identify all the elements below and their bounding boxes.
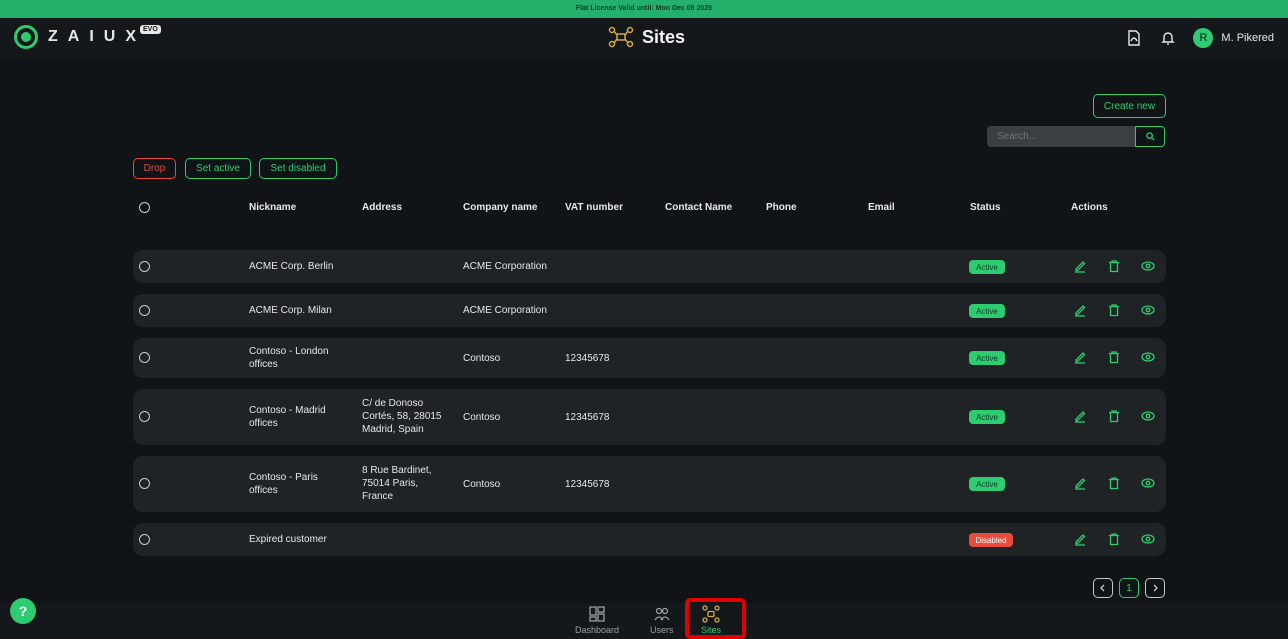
search-button[interactable] bbox=[1135, 126, 1165, 147]
search-input[interactable] bbox=[987, 126, 1135, 147]
status-badge: Active bbox=[969, 304, 1005, 318]
cell-company: Contoso bbox=[463, 479, 501, 490]
row-select-radio[interactable] bbox=[139, 478, 150, 489]
view-icon[interactable] bbox=[1141, 350, 1155, 364]
highlight-annotation bbox=[685, 598, 746, 639]
edit-icon[interactable] bbox=[1073, 476, 1087, 490]
column-header-vat-number[interactable]: VAT number bbox=[565, 202, 623, 213]
column-header-address[interactable]: Address bbox=[362, 202, 402, 213]
status-badge: Active bbox=[969, 351, 1005, 365]
delete-icon[interactable] bbox=[1107, 303, 1121, 317]
cell-company: Contoso bbox=[463, 353, 501, 364]
column-header-contact-name[interactable]: Contact Name bbox=[665, 202, 732, 213]
nav-item-dashboard[interactable]: Dashboard bbox=[575, 605, 619, 635]
next-page-button[interactable] bbox=[1145, 578, 1165, 598]
page-number-button[interactable]: 1 bbox=[1119, 578, 1139, 598]
cell-company: Contoso bbox=[463, 412, 501, 423]
column-header-status[interactable]: Status bbox=[970, 202, 1001, 213]
create-new-button[interactable]: Create new bbox=[1093, 94, 1166, 118]
top-bar: ZAIUX EVO Sites R M. Pikered bbox=[0, 18, 1288, 60]
column-header-actions: Actions bbox=[1071, 202, 1108, 213]
column-header-nickname[interactable]: Nickname bbox=[249, 202, 296, 213]
row-select-radio[interactable] bbox=[139, 411, 150, 422]
search-icon bbox=[1145, 132, 1155, 141]
edit-icon[interactable] bbox=[1073, 532, 1087, 546]
cell-vat: 12345678 bbox=[565, 353, 610, 364]
sites-icon bbox=[608, 26, 634, 48]
set-disabled-button[interactable]: Set disabled bbox=[259, 158, 337, 179]
top-right-controls: R M. Pikered bbox=[1125, 28, 1274, 48]
column-header-company-name[interactable]: Company name bbox=[463, 202, 537, 213]
row-select-radio[interactable] bbox=[139, 305, 150, 316]
bottom-navigation: Dashboard Users Sites bbox=[0, 603, 1288, 639]
status-badge: Active bbox=[969, 477, 1005, 491]
logo-badge: EVO bbox=[140, 24, 161, 34]
logo-text: ZAIUX bbox=[48, 28, 146, 45]
prev-page-button[interactable] bbox=[1093, 578, 1113, 598]
cell-nickname: Expired customer bbox=[249, 534, 327, 545]
edit-icon[interactable] bbox=[1073, 303, 1087, 317]
column-header-phone[interactable]: Phone bbox=[766, 202, 797, 213]
edit-icon[interactable] bbox=[1073, 259, 1087, 273]
delete-icon[interactable] bbox=[1107, 350, 1121, 364]
app-logo[interactable]: ZAIUX EVO bbox=[14, 24, 167, 49]
chevron-right-icon bbox=[1153, 584, 1158, 592]
nav-item-users[interactable]: Users bbox=[650, 605, 674, 635]
view-icon[interactable] bbox=[1141, 532, 1155, 546]
delete-icon[interactable] bbox=[1107, 409, 1121, 423]
chevron-left-icon bbox=[1100, 584, 1105, 592]
help-button[interactable]: ? bbox=[10, 598, 36, 624]
cell-nickname: Contoso - Paris offices bbox=[249, 472, 318, 496]
bell-icon[interactable] bbox=[1159, 29, 1177, 47]
edit-icon[interactable] bbox=[1073, 350, 1087, 364]
table-row[interactable]: Contoso - London offices Contoso 12345678… bbox=[133, 338, 1166, 378]
users-icon bbox=[654, 607, 670, 621]
select-all-radio[interactable] bbox=[139, 202, 150, 213]
status-badge: Active bbox=[969, 410, 1005, 424]
cell-vat: 12345678 bbox=[565, 479, 610, 490]
row-select-radio[interactable] bbox=[139, 352, 150, 363]
view-icon[interactable] bbox=[1141, 409, 1155, 423]
cell-vat: 12345678 bbox=[565, 412, 610, 423]
set-active-button[interactable]: Set active bbox=[185, 158, 251, 179]
dashboard-icon bbox=[589, 606, 605, 622]
cell-nickname: Contoso - Madrid offices bbox=[249, 405, 326, 429]
logo-mark-icon bbox=[14, 25, 38, 49]
view-icon[interactable] bbox=[1141, 259, 1155, 273]
column-header-email[interactable]: Email bbox=[868, 202, 895, 213]
table-row[interactable]: ACME Corp. Berlin ACME Corporation Activ… bbox=[133, 250, 1166, 283]
row-select-radio[interactable] bbox=[139, 534, 150, 545]
nav-label-dashboard: Dashboard bbox=[575, 625, 620, 635]
page-title: Sites bbox=[642, 26, 686, 47]
cell-company: ACME Corporation bbox=[463, 261, 547, 272]
cell-nickname: ACME Corp. Milan bbox=[249, 305, 332, 316]
edit-icon[interactable] bbox=[1073, 409, 1087, 423]
cell-address: C/ de Donoso Cortés, 58, 28015 Madrid, Spa… bbox=[362, 398, 442, 435]
cell-nickname: Contoso - London offices bbox=[249, 346, 329, 370]
table-row[interactable]: Contoso - Paris offices 8 Rue Bardinet, 75… bbox=[133, 456, 1166, 512]
nav-label-users: Users bbox=[650, 625, 674, 635]
page-header: Sites bbox=[608, 26, 685, 48]
delete-icon[interactable] bbox=[1107, 476, 1121, 490]
user-avatar[interactable]: R bbox=[1193, 28, 1214, 48]
delete-icon[interactable] bbox=[1107, 259, 1121, 273]
status-badge: Active bbox=[969, 260, 1005, 274]
pdf-document-icon[interactable] bbox=[1125, 29, 1143, 47]
drop-button[interactable]: Drop bbox=[133, 158, 176, 179]
view-icon[interactable] bbox=[1141, 303, 1155, 317]
license-banner: Flat License Valid until: Mon Dec 08 202… bbox=[0, 0, 1288, 18]
table-row[interactable]: Expired customer Disabled bbox=[133, 523, 1166, 556]
cell-nickname: ACME Corp. Berlin bbox=[249, 261, 334, 272]
cell-address: 8 Rue Bardinet, 75014 Paris, France bbox=[362, 465, 432, 502]
table-row[interactable]: ACME Corp. Milan ACME Corporation Active bbox=[133, 294, 1166, 327]
status-badge: Disabled bbox=[969, 533, 1013, 547]
table-row[interactable]: Contoso - Madrid offices C/ de Donoso Cort… bbox=[133, 389, 1166, 445]
cell-company: ACME Corporation bbox=[463, 305, 547, 316]
view-icon[interactable] bbox=[1141, 476, 1155, 490]
delete-icon[interactable] bbox=[1107, 532, 1121, 546]
row-select-radio[interactable] bbox=[139, 261, 150, 272]
user-name[interactable]: M. Pikered bbox=[1221, 32, 1274, 44]
